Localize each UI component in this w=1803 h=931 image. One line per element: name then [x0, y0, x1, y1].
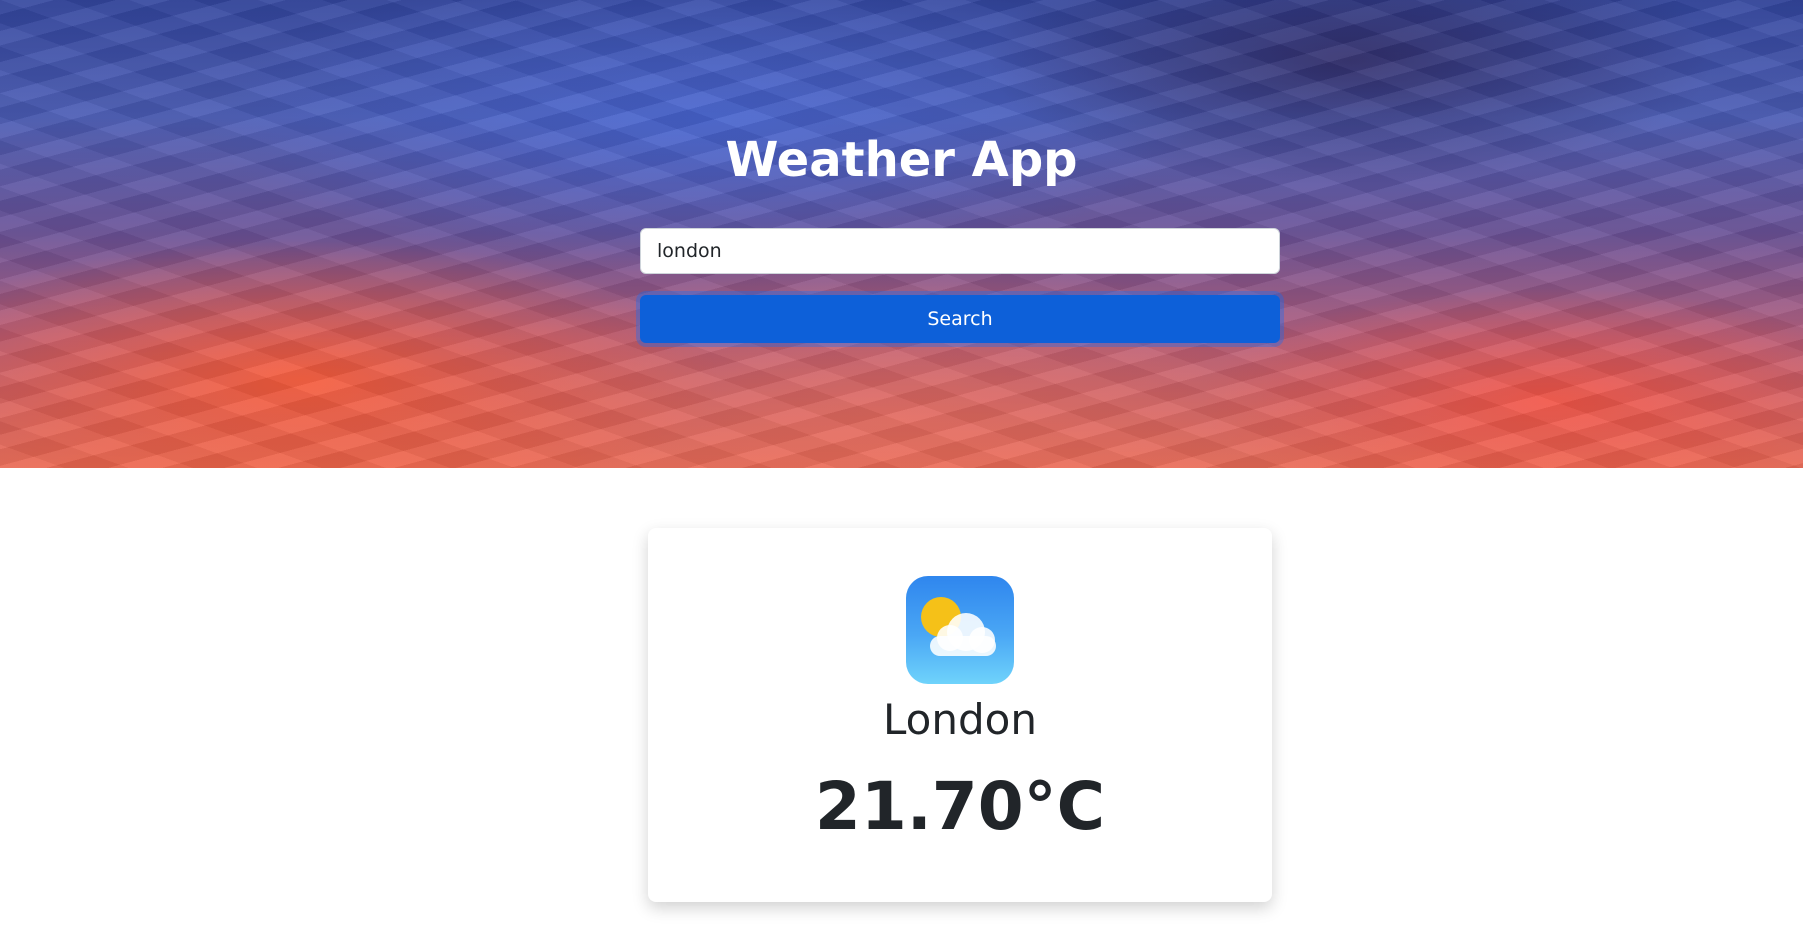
- weather-card: London 21.70°C: [648, 528, 1272, 902]
- city-name: London: [883, 695, 1037, 744]
- partly-cloudy-icon-graphic: [921, 597, 996, 656]
- search-input[interactable]: [640, 228, 1280, 274]
- page-title: Weather App: [725, 132, 1078, 188]
- temperature-value: 21.70°C: [814, 768, 1106, 845]
- partly-cloudy-icon: [906, 576, 1014, 684]
- search-button[interactable]: Search: [640, 295, 1280, 343]
